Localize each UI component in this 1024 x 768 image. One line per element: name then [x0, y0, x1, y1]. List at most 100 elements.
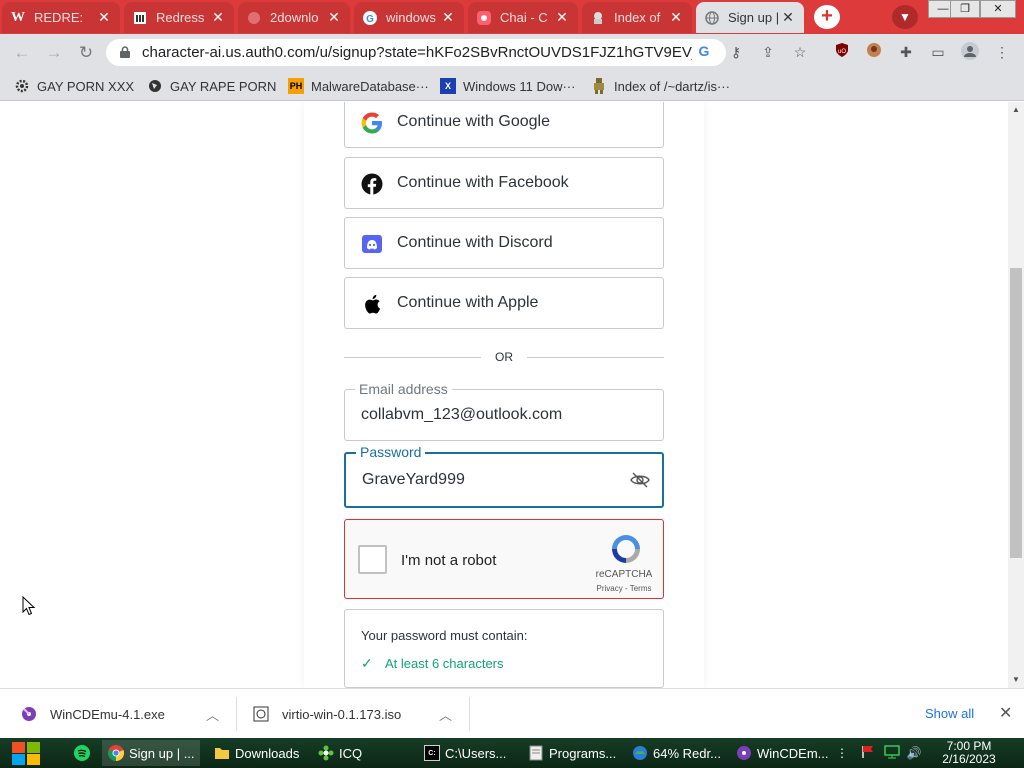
- taskbar-spotify[interactable]: [68, 740, 98, 766]
- tab-redress-1[interactable]: W REDRE: ✕: [2, 2, 120, 33]
- bookmark-item[interactable]: GAY PORN XXX: [14, 77, 134, 95]
- puzzle-icon[interactable]: ✚: [896, 42, 916, 62]
- close-icon[interactable]: ✕: [780, 9, 796, 26]
- bookmark-item[interactable]: Index of /~dartz/is···: [591, 77, 730, 95]
- network-icon[interactable]: [884, 745, 900, 761]
- windows-start-icon[interactable]: [10, 741, 42, 766]
- wikipedia-icon: W: [11, 9, 25, 25]
- address-bar[interactable]: character-ai.us.auth0.com/u/signup?state…: [106, 39, 726, 66]
- download-item[interactable]: WinCDEmu-4.1.exe: [20, 689, 165, 739]
- tab-sign-up[interactable]: Sign up | ✕: [696, 2, 804, 33]
- or-text: OR: [495, 350, 513, 364]
- bookmark-label: Windows 11 Dow···: [463, 78, 576, 94]
- avatar-extension-icon[interactable]: [864, 42, 884, 62]
- scroll-down-arrow-icon[interactable]: ▼: [1008, 672, 1024, 688]
- tab-2download[interactable]: 2downlo ✕: [238, 2, 350, 33]
- continue-discord-button[interactable]: Continue with Discord: [344, 217, 664, 269]
- more-icon[interactable]: ⋮: [834, 745, 850, 761]
- download-item[interactable]: virtio-win-0.1.173.iso: [252, 689, 401, 739]
- bookmark-label: Index of /~dartz/is···: [614, 78, 730, 94]
- continue-facebook-button[interactable]: Continue with Facebook: [344, 157, 664, 209]
- system-clock[interactable]: 7:00 PM 2/16/2023: [930, 740, 1008, 766]
- chevron-down-icon[interactable]: ▼: [892, 5, 918, 29]
- password-field[interactable]: Password GraveYard999: [344, 444, 664, 508]
- clock-date: 2/16/2023: [942, 752, 996, 766]
- forward-button[interactable]: →: [42, 41, 66, 65]
- taskbar-downloads[interactable]: Downloads: [208, 740, 306, 766]
- scroll-up-arrow-icon[interactable]: ▲: [1008, 102, 1024, 118]
- recaptcha-widget: I'm not a robot reCAPTCHA Privacy - Term…: [344, 519, 664, 599]
- tab-index-of[interactable]: Index of ✕: [582, 2, 692, 33]
- button-label: Continue with Google: [397, 113, 550, 130]
- close-icon[interactable]: ✕: [210, 9, 226, 26]
- bookmark-label: MalwareDatabase···: [311, 78, 429, 94]
- taskbar-label: 64% Redr...: [653, 745, 721, 761]
- recaptcha-privacy-terms-link[interactable]: Privacy - Terms: [585, 584, 663, 593]
- close-icon[interactable]: ✕: [554, 9, 570, 26]
- globe-icon: [147, 78, 163, 94]
- show-all-button[interactable]: Show all: [925, 706, 974, 721]
- star-icon[interactable]: ☆: [790, 42, 810, 62]
- reload-button[interactable]: ↻: [74, 41, 98, 65]
- close-icon[interactable]: ✕: [326, 9, 342, 26]
- close-icon[interactable]: ✕: [96, 9, 112, 26]
- icq-icon: [318, 745, 334, 761]
- web-icon: [246, 10, 262, 26]
- page-viewport: Continue with Google Continue with Faceb…: [0, 102, 1008, 688]
- programs-icon: [528, 745, 544, 761]
- profile-icon[interactable]: [960, 42, 980, 62]
- scroll-thumb[interactable]: [1010, 268, 1022, 558]
- restore-button[interactable]: ❐: [950, 0, 980, 18]
- email-value: collabvm_123@outlook.com: [361, 406, 563, 423]
- tab-title: Redress: [156, 10, 205, 25]
- tab-title: REDRE:: [34, 10, 84, 25]
- tab-windows[interactable]: G windows ✕: [354, 2, 464, 33]
- continue-google-button[interactable]: Continue with Google: [344, 102, 664, 148]
- back-button[interactable]: ←: [10, 41, 34, 65]
- taskbar-programs[interactable]: Programs...: [522, 740, 620, 766]
- google-lens-icon[interactable]: G: [694, 43, 714, 63]
- continue-apple-button[interactable]: Continue with Apple: [344, 277, 664, 329]
- taskbar-chrome[interactable]: Sign up | ...: [102, 740, 200, 766]
- requirement-item: At least 6 characters: [385, 656, 504, 671]
- chevron-up-icon[interactable]: ︿: [206, 705, 219, 724]
- apple-icon: [365, 294, 381, 314]
- mouse-cursor-icon: [22, 596, 36, 616]
- flag-icon[interactable]: [860, 745, 876, 761]
- taskbar-wincdemu[interactable]: WinCDEm...: [730, 740, 828, 766]
- globe-icon: [704, 10, 720, 26]
- bookmark-item[interactable]: GAY RAPE PORN: [147, 77, 276, 95]
- close-icon[interactable]: ✕: [668, 9, 684, 26]
- tab-chai[interactable]: Chai - C ✕: [468, 2, 578, 33]
- recaptcha-icon: [612, 535, 640, 563]
- eye-slash-icon[interactable]: [630, 472, 650, 488]
- chrome-icon: [108, 745, 124, 761]
- taskbar-console[interactable]: C: C:\Users...: [418, 740, 516, 766]
- url-text: character-ai.us.auth0.com/u/signup?state…: [142, 44, 692, 61]
- password-value: GraveYard999: [362, 471, 465, 488]
- window-close-button[interactable]: ✕: [980, 0, 1016, 18]
- close-icon[interactable]: ✕: [440, 9, 456, 26]
- divider: [236, 697, 237, 731]
- bookmark-item[interactable]: PH MalwareDatabase···: [288, 77, 429, 95]
- bank-icon: [132, 10, 148, 26]
- recaptcha-checkbox[interactable]: [358, 545, 387, 574]
- taskbar-redress-progress[interactable]: 64% Redr...: [626, 740, 724, 766]
- page-scrollbar[interactable]: ▲ ▼: [1008, 102, 1024, 688]
- key-icon[interactable]: ⚷: [726, 42, 746, 62]
- menu-kebab-icon[interactable]: ⋮: [992, 42, 1012, 62]
- taskbar-icq[interactable]: ICQ: [312, 740, 412, 766]
- email-field[interactable]: Email address collabvm_123@outlook.com: [344, 381, 664, 441]
- divider: [469, 697, 470, 731]
- new-tab-button[interactable]: +: [814, 5, 840, 29]
- share-icon[interactable]: ⇪: [758, 42, 778, 62]
- button-label: Continue with Facebook: [397, 174, 569, 191]
- chevron-up-icon[interactable]: ︿: [439, 705, 452, 724]
- tab-redress-2[interactable]: Redress ✕: [124, 2, 234, 33]
- close-icon[interactable]: ✕: [999, 703, 1012, 723]
- ublock-icon[interactable]: uO: [832, 42, 852, 62]
- bookmark-item[interactable]: X Windows 11 Dow···: [440, 77, 575, 95]
- volume-icon[interactable]: 🔊: [906, 745, 922, 761]
- mascot-icon: [590, 10, 606, 26]
- sidepanel-icon[interactable]: ▭: [928, 42, 948, 62]
